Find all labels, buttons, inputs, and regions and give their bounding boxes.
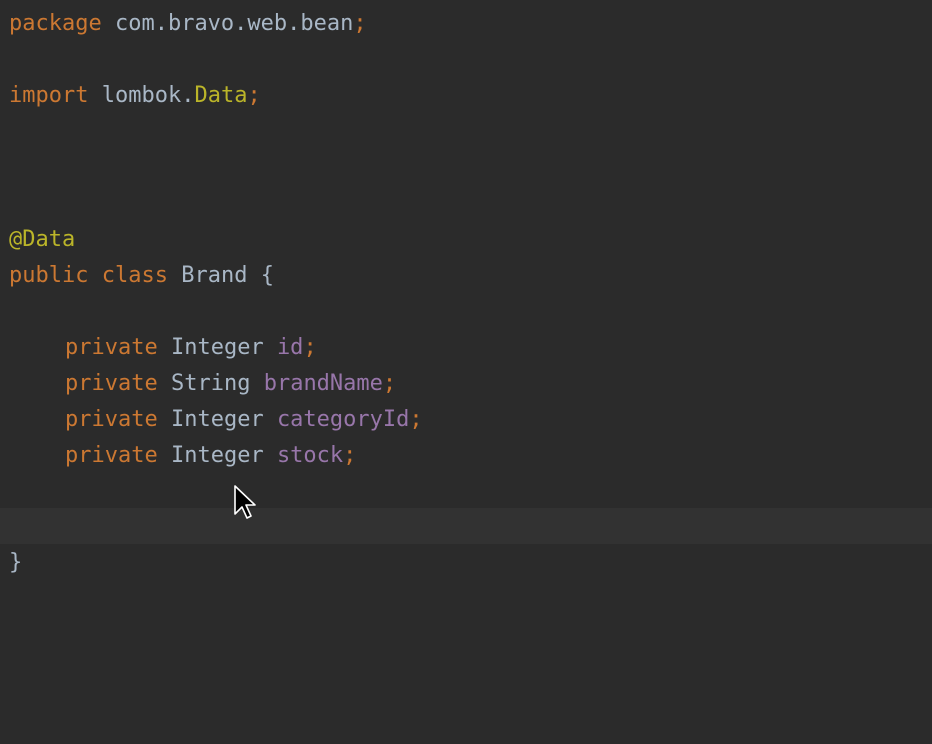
keyword-import: import xyxy=(9,83,89,108)
semicolon: ; xyxy=(303,335,317,360)
import-package: lombok. xyxy=(101,83,195,108)
code-line-field-brandname[interactable]: private String brandName; xyxy=(0,366,932,402)
code-line-class-declaration[interactable]: public class Brand { xyxy=(0,258,932,294)
field-name: brandName xyxy=(263,371,383,396)
code-editor[interactable]: package com.bravo.web.bean; import lombo… xyxy=(0,0,932,744)
close-brace: } xyxy=(9,550,23,575)
code-line-close-brace[interactable]: } xyxy=(0,545,932,581)
code-line-package[interactable]: package com.bravo.web.bean; xyxy=(0,6,932,42)
field-name: categoryId xyxy=(276,407,410,432)
semicolon: ; xyxy=(382,371,397,396)
code-line-current-empty[interactable] xyxy=(0,508,932,544)
field-type: Integer xyxy=(170,443,264,468)
field-name: stock xyxy=(276,443,344,468)
code-line-import[interactable]: import lombok.Data; xyxy=(0,78,932,114)
code-line-field-id[interactable]: private Integer id; xyxy=(0,330,932,366)
field-type: String xyxy=(170,371,251,396)
code-line-annotation[interactable]: @Data xyxy=(0,222,932,258)
class-name: Brand xyxy=(181,263,248,288)
semicolon: ; xyxy=(343,443,357,468)
code-line-field-stock[interactable]: private Integer stock; xyxy=(0,438,932,474)
field-type: Integer xyxy=(170,335,264,360)
package-name: com.bravo.web.bean xyxy=(114,11,354,36)
annotation-data: @Data xyxy=(9,227,76,252)
keyword-private: private xyxy=(65,335,158,360)
keyword-class: class xyxy=(101,263,168,288)
import-class: Data xyxy=(194,83,248,108)
semicolon: ; xyxy=(353,11,367,36)
keyword-public: public xyxy=(9,263,89,288)
keyword-private: private xyxy=(65,371,158,396)
mouse-pointer-icon xyxy=(234,485,256,519)
semicolon: ; xyxy=(247,83,261,108)
keyword-private: private xyxy=(65,443,158,468)
field-name: id xyxy=(276,335,304,360)
keyword-package: package xyxy=(9,11,102,36)
code-line-field-categoryid[interactable]: private Integer categoryId; xyxy=(0,402,932,438)
field-type: Integer xyxy=(170,407,264,432)
keyword-private: private xyxy=(65,407,158,432)
open-brace: { xyxy=(260,263,274,288)
semicolon: ; xyxy=(409,407,423,432)
